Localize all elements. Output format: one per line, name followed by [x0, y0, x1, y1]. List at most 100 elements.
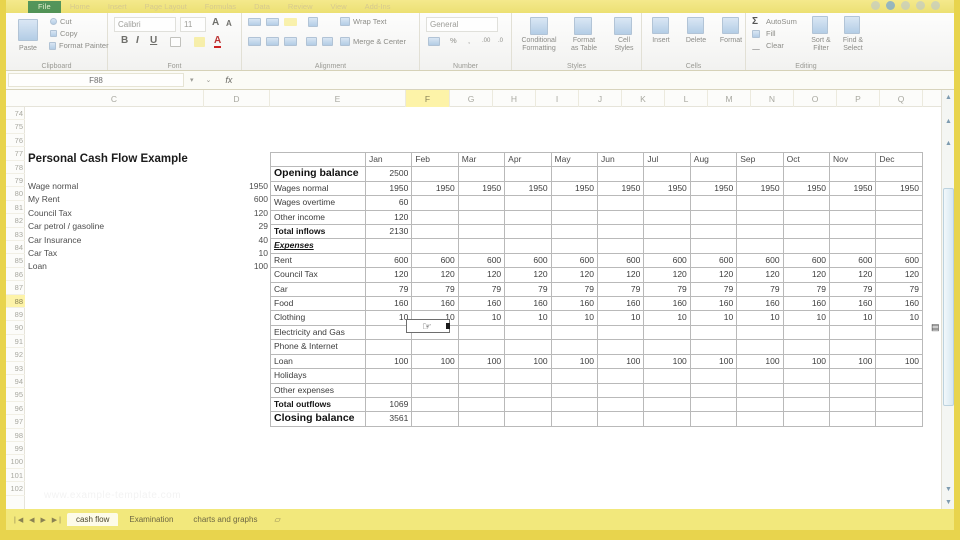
sheet-tab-examination[interactable]: Examination — [120, 513, 182, 526]
table-corner-cell[interactable] — [270, 151, 366, 168]
row-label-car[interactable]: Car — [270, 281, 366, 298]
cell-dec-13[interactable]: 100 — [875, 353, 923, 370]
cell-oct-3[interactable] — [782, 209, 831, 226]
row-label-holidays[interactable]: Holidays — [270, 368, 366, 384]
cell-dec-3[interactable] — [875, 209, 923, 226]
cell-feb-0[interactable] — [411, 166, 459, 182]
column-header-e[interactable]: E — [270, 90, 406, 107]
column-header-n[interactable]: N — [751, 90, 794, 107]
cell-may-11[interactable] — [550, 324, 598, 341]
cell-nov-5[interactable] — [828, 238, 877, 254]
sort-filter-icon[interactable] — [812, 16, 828, 34]
cell-nov-12[interactable] — [828, 339, 877, 355]
row-header-82[interactable]: 82 — [6, 214, 25, 228]
cell-aug-5[interactable] — [689, 238, 738, 254]
cell-sep-8[interactable]: 79 — [736, 281, 784, 298]
cell-dec-1[interactable]: 1950 — [875, 180, 923, 197]
cell-feb-5[interactable] — [411, 238, 459, 254]
cell-dec-10[interactable]: 10 — [875, 310, 923, 326]
cell-sep-7[interactable]: 120 — [736, 267, 784, 283]
column-header-p[interactable]: P — [837, 90, 880, 107]
cell-jun-3[interactable] — [596, 209, 645, 226]
row-label-rent[interactable]: Rent — [270, 252, 366, 269]
minimize-window-icon[interactable] — [916, 1, 925, 10]
cash-flow-table[interactable]: Jan Feb Mar Apr May Jun Jul Aug Sep Oct Nov Dec Open… — [270, 151, 923, 427]
cell-dec-5[interactable] — [875, 238, 923, 254]
cell-mar-17[interactable] — [457, 411, 506, 427]
cell-sep-4[interactable] — [736, 224, 784, 240]
cell-jan-7[interactable]: 120 — [364, 267, 413, 283]
column-header-j[interactable]: J — [579, 90, 622, 107]
format-cells-icon[interactable] — [722, 17, 739, 34]
name-box-dropdown-icon[interactable]: ▾ — [184, 76, 200, 84]
format-painter-label[interactable]: Format Painter — [59, 41, 109, 50]
column-header-q[interactable]: Q — [880, 90, 923, 107]
cell-jan-3[interactable]: 120 — [364, 209, 413, 226]
cell-may-0[interactable] — [550, 166, 598, 182]
cell-mar-5[interactable] — [457, 238, 506, 254]
cell-jun-15[interactable] — [596, 382, 645, 398]
orientation-icon[interactable] — [308, 17, 318, 27]
cell-sep-5[interactable] — [736, 238, 784, 254]
cell-feb-16[interactable] — [411, 396, 459, 413]
cell-oct-15[interactable] — [782, 382, 831, 398]
cell-mar-9[interactable]: 160 — [457, 296, 506, 312]
cell-feb-10[interactable]: 10 — [411, 310, 459, 326]
row-header-90[interactable]: 90 — [6, 321, 25, 335]
cell-apr-16[interactable] — [504, 396, 552, 413]
clear-icon[interactable] — [752, 43, 760, 50]
align-top-icon[interactable] — [248, 18, 261, 26]
tab-insert[interactable]: Insert — [99, 2, 136, 11]
cell-nov-3[interactable] — [828, 209, 877, 226]
spreadsheet-grid[interactable]: C D E F G H I J K L M N O P Q 74 75 76 77 78… — [6, 90, 954, 509]
label-council-tax[interactable]: Council Tax — [28, 207, 72, 220]
cell-jun-6[interactable]: 600 — [596, 252, 645, 269]
cell-jul-12[interactable] — [643, 339, 691, 355]
name-box[interactable]: F88 — [8, 73, 184, 87]
cell-feb-11[interactable] — [411, 324, 459, 341]
cell-dec-16[interactable] — [875, 396, 923, 413]
month-header-may[interactable]: May — [550, 151, 598, 168]
cell-may-13[interactable]: 100 — [550, 353, 598, 370]
cell-dec-8[interactable]: 79 — [875, 281, 923, 298]
cell-jan-1[interactable]: 1950 — [364, 180, 413, 197]
cell-may-2[interactable] — [550, 195, 598, 211]
cell-oct-13[interactable]: 100 — [782, 353, 831, 370]
cut-label[interactable]: Cut — [60, 17, 72, 26]
cell-dec-15[interactable] — [875, 382, 923, 398]
cell-oct-0[interactable] — [782, 166, 831, 182]
label-car-petrol[interactable]: Car petrol / gasoline — [28, 220, 104, 233]
cell-jan-0[interactable]: 2500 — [364, 166, 413, 182]
help-icon[interactable] — [886, 1, 895, 10]
cell-sep-14[interactable] — [736, 368, 784, 384]
row-header-94[interactable]: 94 — [6, 375, 25, 389]
copy-icon[interactable] — [50, 30, 57, 37]
autosum-sigma-icon[interactable]: Σ — [752, 16, 758, 27]
cell-jan-10[interactable]: 10 — [364, 310, 413, 326]
label-wage-normal[interactable]: Wage normal — [28, 180, 78, 193]
row-header-79[interactable]: 79 — [6, 174, 25, 188]
cell-nov-9[interactable]: 160 — [828, 296, 877, 312]
insert-cells-icon[interactable] — [652, 17, 669, 34]
tab-data[interactable]: Data — [245, 2, 279, 11]
cell-jun-13[interactable]: 100 — [596, 353, 645, 370]
row-label-food[interactable]: Food — [270, 296, 366, 312]
cell-sep-13[interactable]: 100 — [736, 353, 784, 370]
row-header-95[interactable]: 95 — [6, 388, 25, 402]
cell-apr-12[interactable] — [504, 339, 552, 355]
align-middle-icon[interactable] — [266, 18, 279, 26]
cell-oct-8[interactable]: 79 — [782, 281, 831, 298]
row-header-98[interactable]: 98 — [6, 429, 25, 442]
row-header-76[interactable]: 76 — [6, 134, 25, 148]
column-header-d[interactable]: D — [204, 90, 270, 107]
row-header-96[interactable]: 96 — [6, 402, 25, 416]
cell-jan-6[interactable]: 600 — [364, 252, 413, 269]
cell-may-17[interactable] — [550, 411, 598, 427]
decrease-indent-icon[interactable] — [306, 37, 317, 46]
column-header-c[interactable]: C — [25, 90, 204, 107]
month-header-jan[interactable]: Jan — [364, 151, 413, 168]
minimize-ribbon-icon[interactable] — [871, 1, 880, 10]
tab-review[interactable]: Review — [279, 2, 322, 11]
cut-icon[interactable] — [50, 18, 57, 25]
cell-aug-1[interactable]: 1950 — [689, 180, 738, 197]
